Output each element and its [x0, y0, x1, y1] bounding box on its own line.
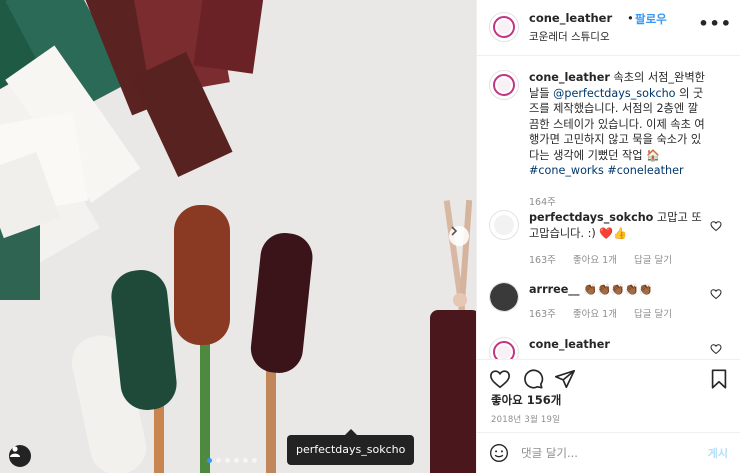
avatar[interactable] — [489, 12, 519, 42]
comment-username[interactable]: perfectdays_sokcho — [529, 211, 653, 224]
post-photo[interactable]: perfectdays_sokcho — [0, 0, 476, 473]
heart-icon[interactable] — [710, 343, 722, 355]
chevron-right-icon — [451, 226, 458, 236]
author-username[interactable]: cone_leather — [529, 11, 612, 25]
caption-username[interactable]: cone_leather — [529, 71, 610, 84]
follow-button[interactable]: 팔로우 — [635, 11, 667, 27]
carousel-dot — [207, 458, 212, 463]
comment-text: cone_leather — [529, 337, 705, 353]
comment-likes[interactable]: 좋아요 1개 — [573, 309, 617, 320]
like-count[interactable]: 좋아요 156개 — [491, 392, 561, 408]
comment-time[interactable]: 163주 — [529, 309, 556, 320]
comment-time[interactable]: 163주 — [529, 255, 556, 266]
comment-username[interactable]: cone_leather — [529, 338, 610, 351]
carousel-dot — [252, 458, 257, 463]
carousel-dot — [243, 458, 248, 463]
avatar[interactable] — [489, 70, 519, 100]
comment-icon[interactable] — [522, 368, 544, 390]
comment-list[interactable]: cone_leather 속초의 서점_완벽한 날들 @perfectdays_… — [477, 57, 740, 359]
carousel-indicator — [207, 458, 257, 463]
share-icon[interactable] — [554, 368, 576, 390]
carousel-dot — [216, 458, 221, 463]
post-location[interactable]: 코운레더 스튜디오 — [529, 29, 610, 44]
caption-text: cone_leather 속초의 서점_완벽한 날들 @perfectdays_… — [529, 71, 705, 177]
caption-time[interactable]: 164주 — [529, 197, 556, 208]
carousel-dot — [225, 458, 230, 463]
post-comment-button[interactable]: 게시 — [708, 445, 728, 461]
house-emoji: 🏠 — [646, 148, 661, 162]
reply-button[interactable]: 답글 달기 — [634, 309, 672, 320]
header-separator: • — [627, 11, 634, 25]
comment-likes[interactable]: 좋아요 1개 — [573, 255, 617, 266]
post-detail-panel: cone_leather • 팔로우 코운레더 스튜디오 ••• cone_le… — [476, 0, 740, 473]
user-tag-label: perfectdays_sokcho — [296, 443, 406, 456]
comment-text: arrree__ 👏🏾👏🏾👏🏾👏🏾👏🏾 — [529, 282, 705, 298]
avatar[interactable] — [489, 337, 519, 359]
heart-icon[interactable] — [710, 288, 722, 300]
more-options-button[interactable]: ••• — [698, 14, 732, 33]
hashtag[interactable]: #cone_works — [529, 164, 604, 177]
bookmark-icon[interactable] — [708, 368, 730, 390]
tagged-users-button[interactable] — [9, 445, 31, 467]
comment-emoji: 👏🏾👏🏾👏🏾👏🏾👏🏾 — [583, 283, 653, 296]
like-icon[interactable] — [489, 368, 511, 390]
hashtag[interactable]: #coneleather — [607, 164, 683, 177]
comment-input[interactable] — [521, 443, 691, 463]
avatar[interactable] — [489, 210, 519, 240]
emoji-icon[interactable] — [489, 443, 509, 463]
carousel-dot — [234, 458, 239, 463]
comment-meta: 163주 좋아요 1개 답글 달기 — [529, 306, 686, 320]
comment-text: perfectdays_sokcho 고맙고 또 고맙습니다. :) ❤️👍 — [529, 211, 702, 240]
post-date[interactable]: 2018년 3월 19일 — [491, 413, 560, 425]
post-header: cone_leather • 팔로우 코운레더 스튜디오 ••• — [477, 0, 740, 56]
heart-icon[interactable] — [710, 220, 722, 232]
next-photo-button[interactable] — [449, 226, 469, 246]
caption-mention[interactable]: @perfectdays_sokcho — [553, 87, 675, 100]
user-icon — [10, 446, 20, 457]
comment-meta: 163주 좋아요 1개 답글 달기 — [529, 252, 686, 266]
caption-meta: 164주 — [529, 194, 570, 208]
leather-goods-photo — [0, 0, 476, 473]
reply-button[interactable]: 답글 달기 — [634, 255, 672, 266]
avatar[interactable] — [489, 282, 519, 312]
comment-username[interactable]: arrree__ — [529, 283, 579, 296]
leather-pencil-caps — [71, 205, 313, 473]
user-tag-tooltip[interactable]: perfectdays_sokcho — [287, 429, 415, 465]
comment-composer: 게시 — [477, 432, 740, 473]
comment-emoji: ❤️👍 — [599, 226, 628, 240]
